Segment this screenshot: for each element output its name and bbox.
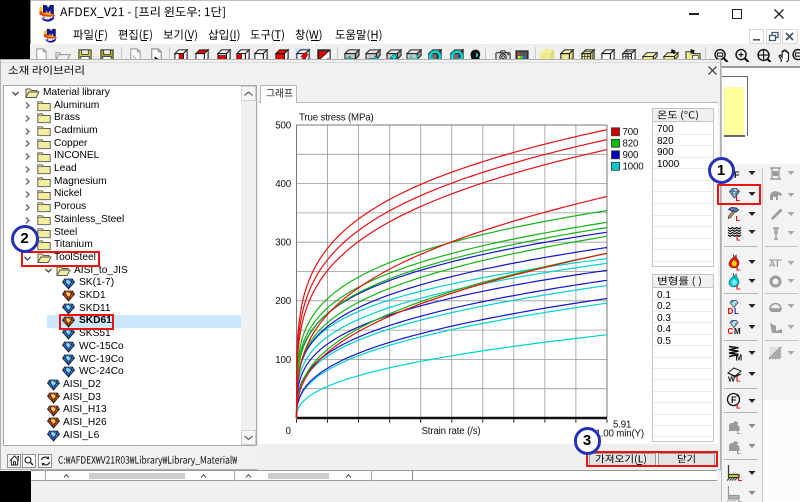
svg-text:L: L <box>738 494 743 501</box>
svg-text:900: 900 <box>623 150 639 161</box>
svg-text:700: 700 <box>623 127 639 138</box>
svg-text:L: L <box>736 402 741 410</box>
svg-text:200: 200 <box>275 296 291 307</box>
svg-text:M: M <box>736 354 743 362</box>
svg-text:Strain rate (/s): Strain rate (/s) <box>422 426 481 437</box>
svg-text:True stress (MPa): True stress (MPa) <box>299 112 374 123</box>
svg-text:D: D <box>728 307 734 315</box>
svg-text:1.00 min(Y): 1.00 min(Y) <box>596 428 644 439</box>
svg-text:L: L <box>736 233 741 241</box>
svg-text:L: L <box>736 214 741 222</box>
svg-text:L: L <box>734 307 739 315</box>
svg-text:M: M <box>734 327 741 335</box>
svg-text:L: L <box>736 263 741 271</box>
svg-text:500: 500 <box>275 120 291 131</box>
svg-text:300: 300 <box>275 237 291 248</box>
svg-text:L: L <box>738 474 743 481</box>
svg-text:400: 400 <box>275 179 291 190</box>
svg-text:L: L <box>737 429 742 435</box>
svg-text:L: L <box>736 375 741 383</box>
svg-text:1000: 1000 <box>623 161 645 172</box>
svg-text:L: L <box>736 282 741 290</box>
svg-text:100: 100 <box>275 354 291 365</box>
svg-text:0: 0 <box>286 426 292 437</box>
svg-text:820: 820 <box>623 138 639 149</box>
svg-text:L: L <box>737 449 742 455</box>
svg-text:W: W <box>728 375 736 383</box>
svg-text:C: C <box>728 327 734 335</box>
